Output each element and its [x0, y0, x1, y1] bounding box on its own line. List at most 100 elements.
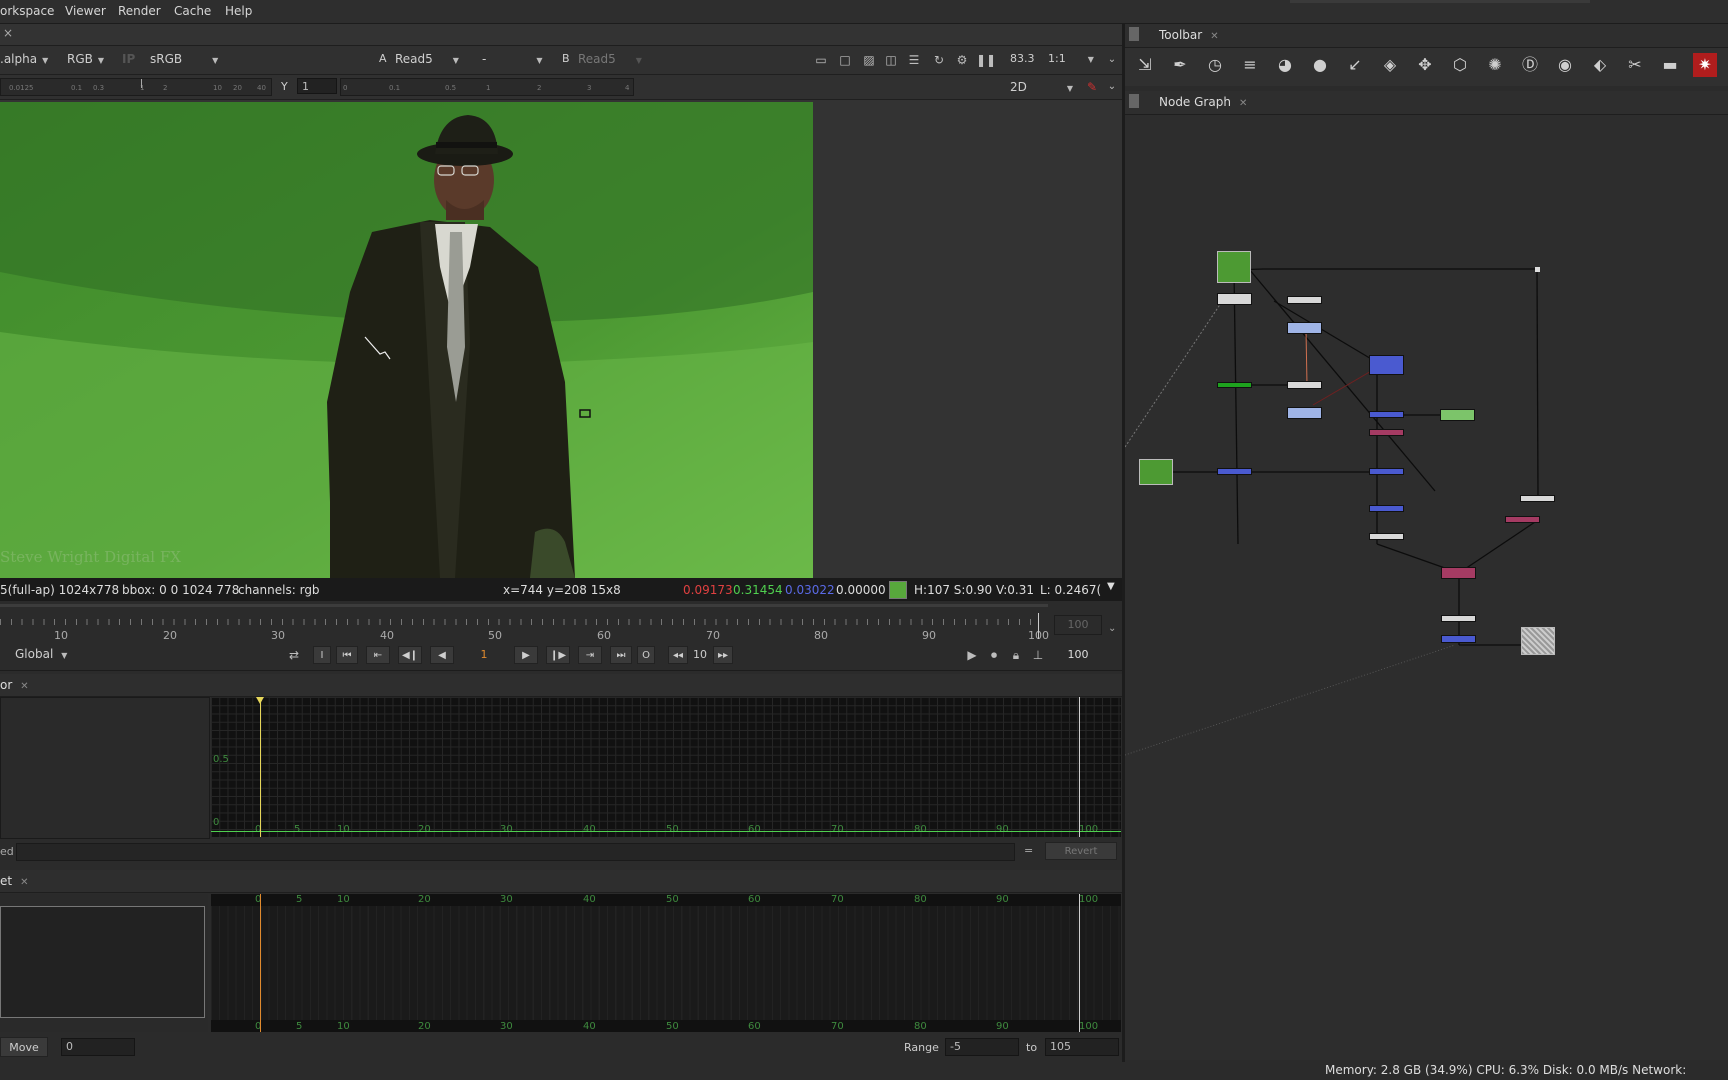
record-icon[interactable]: ⏺	[985, 646, 1003, 664]
gpu-icon[interactable]: ⚙	[953, 51, 971, 69]
gamma-field[interactable]: 1	[297, 78, 337, 94]
collapse-icon[interactable]: ⌄	[1108, 623, 1116, 634]
filter-node[interactable]	[1287, 407, 1322, 419]
range-from-field[interactable]: -5	[945, 1038, 1019, 1056]
step-forward-icon[interactable]: ❙▶	[546, 646, 570, 664]
ratio-dropdown[interactable]: 1:1 ▼	[1048, 52, 1094, 65]
ip-toggle[interactable]: IP	[122, 52, 135, 66]
play-backward-icon[interactable]: ◀	[430, 646, 454, 664]
close-icon[interactable]: ✕	[20, 877, 28, 888]
gain-slider-handle[interactable]	[141, 79, 142, 88]
viewer-tab-close[interactable]: ×	[3, 26, 13, 40]
step-back-icon[interactable]: ◀❙	[398, 646, 422, 664]
merge-node[interactable]	[1369, 411, 1404, 418]
keyer-icon[interactable]: ↙	[1343, 53, 1367, 77]
close-icon[interactable]: ✕	[1239, 98, 1247, 109]
close-icon[interactable]: ✕	[1210, 31, 1218, 42]
current-frame-field[interactable]: 1	[460, 645, 508, 665]
playback-settings-icon[interactable]: ⊥	[1029, 646, 1047, 664]
nukex-icon[interactable]: ✷	[1693, 53, 1717, 77]
out-point-button[interactable]: O	[637, 646, 655, 664]
merge-icon[interactable]: ◈	[1378, 53, 1402, 77]
dot-node[interactable]	[1287, 381, 1322, 389]
merge-node[interactable]	[1369, 505, 1404, 512]
shuffle-node[interactable]	[1369, 429, 1404, 436]
curve-playhead-marker[interactable]	[256, 697, 264, 704]
dope-sheet-tree[interactable]	[0, 894, 208, 1032]
move-button[interactable]: Move	[0, 1037, 48, 1057]
curve-editor-tree[interactable]	[0, 697, 210, 839]
safe-area-icon[interactable]: □	[836, 51, 854, 69]
color-icon[interactable]: ◕	[1273, 53, 1297, 77]
shuffle-node[interactable]	[1505, 516, 1540, 523]
merge-node[interactable]	[1369, 355, 1404, 375]
overlay-icon[interactable]: ◫	[882, 51, 900, 69]
in-point-button[interactable]: I	[313, 646, 331, 664]
skip-back-icon[interactable]: ◂◂	[668, 646, 688, 664]
time-icon[interactable]: ◷	[1203, 53, 1227, 77]
zoom-field[interactable]: 83.3	[1010, 52, 1035, 65]
panel-grip-icon[interactable]	[1129, 94, 1139, 108]
increment-field[interactable]: 10	[693, 648, 707, 661]
tab-node-graph[interactable]: Node Graph ✕	[1159, 95, 1247, 109]
keyer-node[interactable]	[1217, 382, 1252, 388]
play-forward-icon[interactable]: ▶	[514, 646, 538, 664]
views-icon[interactable]: ◉	[1553, 53, 1577, 77]
loop-icon[interactable]: ⇄	[285, 646, 303, 664]
info-menu-icon[interactable]: ▼	[1107, 581, 1115, 592]
tab-dope-sheet[interactable]: et ✕	[0, 874, 28, 888]
out-frame-field[interactable]: 100	[1054, 645, 1102, 665]
draw-icon[interactable]: ✒	[1168, 53, 1192, 77]
dot-node[interactable]	[1441, 615, 1476, 622]
flipbook-icon[interactable]: ▶	[963, 646, 981, 664]
other-icon[interactable]: ✂	[1623, 53, 1647, 77]
revert-button[interactable]: Revert	[1045, 842, 1117, 860]
dope-playhead[interactable]	[260, 894, 261, 1032]
merge-op-dropdown[interactable]: - ▼	[482, 52, 543, 66]
wipe-icon[interactable]: ▨	[860, 51, 878, 69]
gain-slider[interactable]: 0.0125 0.1 0.3 1 2 10 20 40	[0, 78, 272, 96]
last-frame-icon[interactable]: ⏭	[610, 646, 632, 664]
curve-playhead[interactable]	[260, 697, 261, 837]
timeline-end-field[interactable]: 100	[1054, 615, 1102, 635]
close-icon[interactable]: ✕	[20, 681, 28, 692]
metadata-icon[interactable]: ⬖	[1588, 53, 1612, 77]
channel-mode-dropdown[interactable]: RGB ▼	[67, 52, 104, 66]
list-icon[interactable]: ☰	[905, 51, 923, 69]
grade-node[interactable]	[1440, 409, 1475, 421]
filter-icon[interactable]: ●	[1308, 53, 1332, 77]
colorspace-dropdown[interactable]: sRGB ▼	[150, 52, 218, 66]
menu-cache[interactable]: Cache	[174, 4, 211, 18]
menu-help[interactable]: Help	[225, 4, 252, 18]
paint-icon[interactable]: ✎	[1083, 78, 1101, 96]
refresh-icon[interactable]: ↻	[930, 51, 948, 69]
dope-sheet-graph[interactable]: 0 5 10 20 30 40 50 60 70 80 90 100 0 5 1…	[211, 894, 1121, 1032]
channel-layer-dropdown[interactable]: .alpha ▼	[0, 52, 48, 66]
node-graph-canvas[interactable]	[1125, 115, 1728, 1060]
collapse-icon[interactable]: ⌄	[1103, 78, 1121, 96]
copy-node[interactable]	[1441, 567, 1476, 579]
merge-node[interactable]	[1441, 635, 1476, 643]
dot-node[interactable]	[1287, 296, 1322, 304]
particles-icon[interactable]: ✺	[1483, 53, 1507, 77]
transform-icon[interactable]: ✥	[1413, 53, 1437, 77]
prev-keyframe-icon[interactable]: ⇤	[366, 646, 390, 664]
range-to-field[interactable]: 105	[1045, 1038, 1119, 1056]
bg-read-node-thumbnail[interactable]	[1139, 459, 1173, 485]
skip-forward-icon[interactable]: ▸▸	[713, 646, 733, 664]
input-b-dropdown[interactable]: Read5 ▼	[578, 52, 642, 66]
first-frame-icon[interactable]: ⏮	[336, 646, 358, 664]
merge-node[interactable]	[1369, 468, 1404, 475]
pause-icon[interactable]: ❚❚	[976, 51, 996, 69]
viewer-node[interactable]	[1521, 627, 1555, 655]
view-mode-dropdown[interactable]: 2D ▼	[1010, 80, 1073, 94]
menu-workspace[interactable]: orkspace	[0, 4, 54, 18]
lock-icon[interactable]: 🔒︎	[1007, 646, 1025, 664]
menu-render[interactable]: Render	[118, 4, 161, 18]
dot-node[interactable]	[1369, 533, 1404, 540]
deep-icon[interactable]: Ⓓ	[1518, 53, 1542, 77]
timeline-ruler[interactable]: 10 20 30 40 50 60 70 80 90 100 100 ⌄	[0, 603, 1122, 642]
curve-editor-graph[interactable]: 0.5 0 0 5 10 20 30 40 50 60 70 80 90 100	[211, 697, 1121, 837]
image-icon[interactable]: ⇲	[1133, 53, 1157, 77]
furnace-icon[interactable]: ▬	[1658, 53, 1682, 77]
